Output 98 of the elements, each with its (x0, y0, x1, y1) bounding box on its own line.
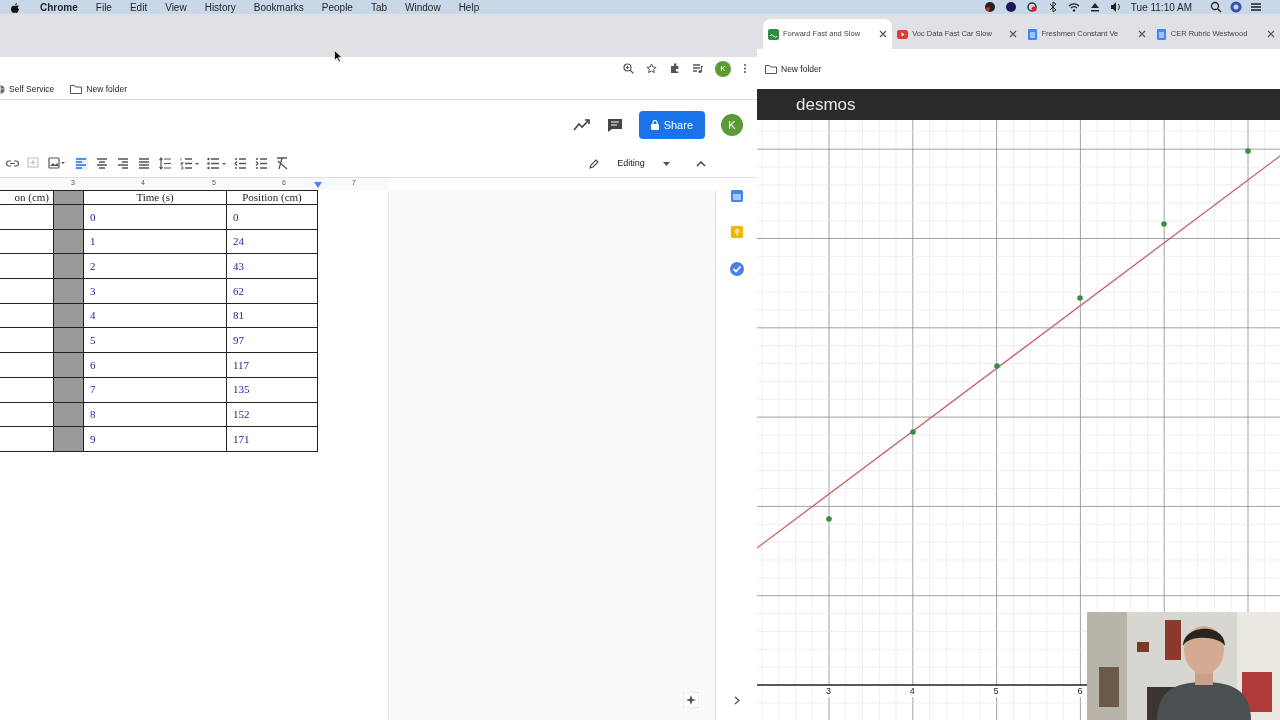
zoom-icon[interactable] (623, 63, 634, 74)
table-cell: 8 (83, 402, 227, 427)
media-icon[interactable] (692, 63, 703, 74)
menu-item[interactable]: Window (405, 0, 441, 15)
menu-item[interactable]: View (165, 0, 187, 15)
collapse-icon[interactable] (696, 160, 706, 167)
volume-icon[interactable] (1109, 1, 1122, 13)
table-cell: 81 (226, 303, 318, 328)
image-icon[interactable] (48, 157, 67, 170)
wifi-icon[interactable] (1067, 1, 1080, 13)
link-icon[interactable] (6, 157, 19, 170)
calendar-icon[interactable] (730, 190, 743, 202)
align-right-icon[interactable] (117, 157, 130, 170)
data-point[interactable] (910, 429, 916, 435)
more-icon[interactable] (743, 63, 747, 74)
table-header: Position (cm) (226, 190, 318, 205)
numbered-list-icon[interactable] (180, 157, 199, 170)
table-cell: 171 (226, 426, 318, 452)
folder-icon (70, 85, 83, 94)
activity-icon[interactable] (572, 119, 591, 131)
status-icon[interactable] (1004, 1, 1017, 13)
puzzle-icon[interactable] (669, 63, 680, 74)
mode-dropdown[interactable]: Editing (589, 156, 670, 171)
close-icon[interactable] (879, 30, 888, 38)
comment-icon[interactable] (606, 117, 623, 133)
line-spacing-icon[interactable] (159, 157, 172, 170)
video-tab-icon (897, 28, 909, 40)
table-cell: 2 (83, 253, 227, 279)
close-icon[interactable] (1008, 30, 1017, 38)
menu-item[interactable]: People (321, 0, 353, 15)
clear-formatting-icon[interactable] (276, 157, 289, 170)
table-cell: 6 (83, 352, 227, 378)
close-icon[interactable] (1267, 30, 1275, 38)
axis-label: 6 (1077, 686, 1083, 697)
table-cell: 117 (226, 352, 318, 378)
eject-icon[interactable] (1088, 1, 1101, 13)
folder-icon (765, 64, 777, 74)
lock-icon (650, 120, 659, 130)
table-cell: 43 (226, 253, 318, 279)
apple-icon[interactable] (10, 1, 20, 13)
table-cell: 0 (83, 204, 227, 230)
table-cell: 135 (226, 377, 318, 402)
table-cell: 24 (226, 229, 318, 254)
align-center-icon[interactable] (96, 157, 109, 170)
menu-item[interactable]: History (204, 0, 236, 15)
axis-label: 3 (826, 686, 831, 697)
increase-indent-icon[interactable] (255, 157, 268, 170)
data-point[interactable] (1161, 221, 1167, 227)
explore-icon[interactable] (683, 692, 699, 708)
menu-item[interactable]: Edit (129, 0, 148, 15)
clock[interactable]: Tue 11:10 AM (1130, 0, 1192, 15)
menu-icon[interactable] (1250, 1, 1262, 13)
table-cell: 7 (83, 377, 227, 402)
doc-tab-icon (1026, 28, 1038, 40)
status-icon[interactable] (1025, 1, 1038, 13)
menu-item[interactable]: Help (458, 0, 480, 15)
tasks-icon[interactable] (729, 262, 744, 276)
star-icon[interactable] (646, 63, 657, 74)
table-cell: 5 (83, 327, 227, 353)
indent-marker-icon[interactable] (314, 182, 322, 188)
table-cell: 62 (226, 278, 318, 304)
table-header: Time (s) (83, 190, 227, 205)
axis-label: 5 (993, 686, 999, 697)
status-icon[interactable] (983, 1, 996, 13)
app-menu[interactable]: Chrome (40, 0, 78, 15)
data-point[interactable] (1245, 148, 1251, 154)
menu-item[interactable]: Bookmarks (253, 0, 304, 15)
align-left-icon[interactable] (75, 157, 88, 170)
table-cell: 1 (83, 229, 227, 254)
table-cell: 3 (83, 278, 227, 304)
axis-label: 4 (909, 686, 915, 697)
table-cell: 152 (226, 402, 318, 427)
doc-tab-icon (1155, 28, 1167, 40)
bulleted-list-icon[interactable] (207, 157, 226, 170)
decrease-indent-icon[interactable] (234, 157, 247, 170)
pencil-icon (589, 158, 599, 169)
data-point[interactable] (994, 363, 1000, 369)
close-icon[interactable] (1137, 30, 1146, 38)
desmos-logo[interactable]: desmos (796, 91, 856, 118)
share-button[interactable]: Share (638, 110, 705, 140)
search-icon[interactable] (1210, 1, 1222, 13)
bookmark[interactable]: Self Service (0, 83, 55, 96)
justify-icon[interactable] (138, 157, 151, 170)
caret-icon (663, 161, 670, 166)
table-header: on (cm) (0, 190, 54, 205)
table-cell: 97 (226, 327, 318, 353)
bookmark[interactable]: New folder (70, 83, 127, 96)
table-cell: 9 (83, 426, 227, 452)
menu-item[interactable]: File (95, 0, 112, 15)
bookmark[interactable]: New folder (765, 62, 822, 76)
expand-icon[interactable] (734, 696, 740, 705)
siri-icon[interactable] (1230, 1, 1242, 13)
table-cell: 0 (226, 204, 318, 230)
menu-item[interactable]: Tab (370, 0, 388, 15)
data-point[interactable] (826, 516, 832, 522)
desmos-tab-icon (768, 28, 779, 40)
data-point[interactable] (1077, 295, 1083, 301)
table-cell: 4 (83, 303, 227, 328)
